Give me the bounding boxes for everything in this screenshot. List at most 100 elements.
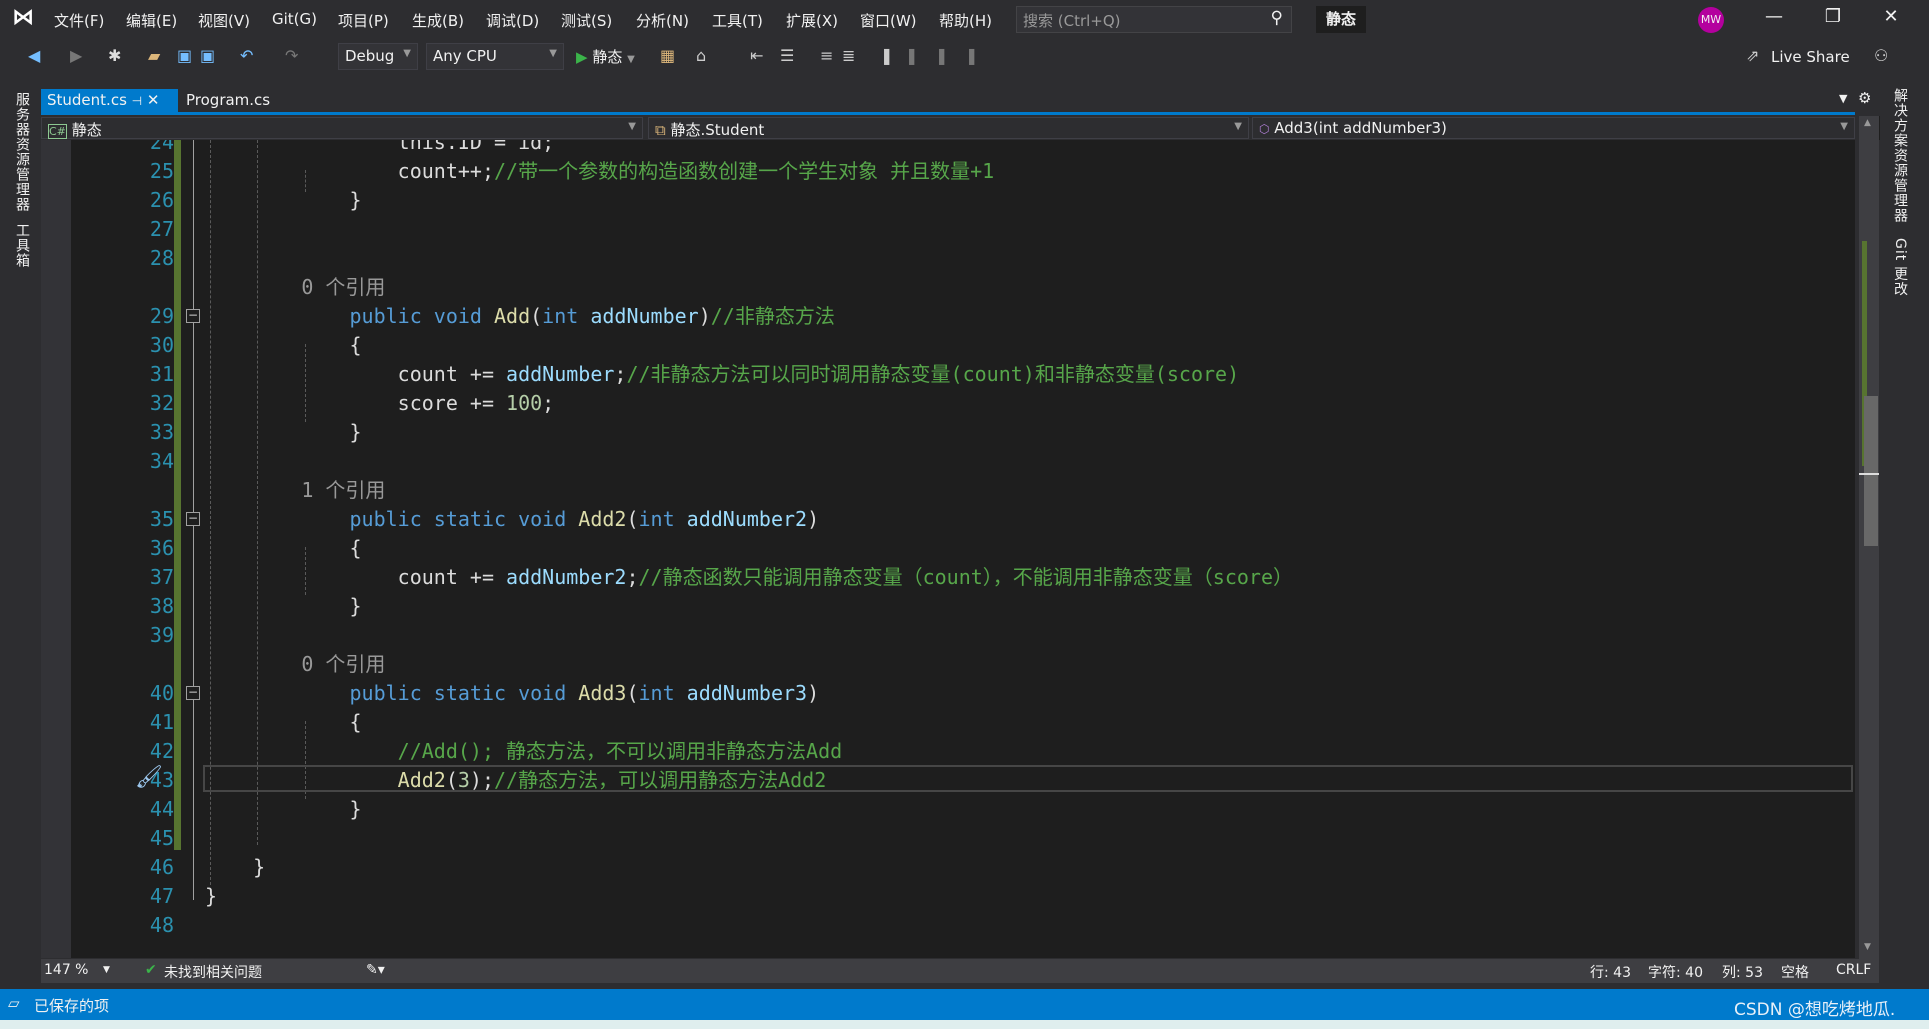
menu-item[interactable]: 扩展(X) — [786, 10, 838, 31]
chevron-down-icon: ▼ — [549, 48, 557, 59]
run-button[interactable]: ▶ 静态 ▼ — [576, 46, 635, 67]
quick-actions-brush-icon[interactable]: 🖌 — [135, 765, 163, 790]
member-dropdown[interactable]: ⬡ Add3(int addNumber3) ▼ — [1252, 117, 1855, 139]
line-number: 44 — [149, 797, 174, 821]
menu-item[interactable]: 生成(B) — [412, 10, 464, 31]
search-icon: ⚲ — [1270, 8, 1283, 28]
code-line: 32 score += 100; — [41, 389, 1855, 418]
git-changes-tab[interactable]: Git 更改 — [1890, 238, 1910, 297]
close-icon[interactable]: ✕ — [147, 91, 160, 109]
pin-icon[interactable]: ⊣ — [132, 94, 142, 108]
reference-count-link[interactable]: 0 个引用 — [205, 273, 385, 302]
class-dropdown[interactable]: ⧉ 静态.Student ▼ — [648, 117, 1249, 139]
tab-list-chevron-icon[interactable]: ▼ — [1839, 92, 1847, 105]
step-icon[interactable]: ⇤ — [750, 46, 763, 65]
open-folder-icon[interactable]: ▰ — [148, 46, 160, 65]
reference-count-link[interactable]: 0 个引用 — [205, 650, 385, 679]
home-icon[interactable]: ⌂ — [696, 46, 706, 65]
new-project-icon[interactable]: ✱ — [108, 46, 121, 65]
next-bookmark-icon[interactable]: ❚ — [935, 46, 948, 65]
issues-status[interactable]: 未找到相关问题 — [164, 962, 262, 982]
search-input[interactable]: 搜索 (Ctrl+Q) ⚲ — [1016, 6, 1292, 33]
tab-program-cs[interactable]: Program.cs — [180, 89, 276, 113]
play-icon: ▶ — [576, 48, 588, 66]
server-explorer-tab[interactable]: 服务器资源管理器 — [12, 92, 32, 212]
line-number: 24 — [149, 140, 174, 154]
whitespace-indicator[interactable]: 空格 — [1781, 962, 1809, 982]
menu-item[interactable]: 项目(P) — [338, 10, 389, 31]
line-number: 46 — [149, 855, 174, 879]
toolbox-tab[interactable]: 工具箱 — [12, 223, 32, 268]
bookmark-icon[interactable]: ❚ — [880, 46, 893, 65]
project-dropdown[interactable]: C# 静态 ▼ — [41, 117, 643, 139]
menu-item[interactable]: 测试(S) — [561, 10, 612, 31]
code-text: public static void Add3(int addNumber3) — [205, 681, 820, 705]
menu-item[interactable]: 文件(F) — [54, 10, 104, 31]
find-in-files-icon[interactable]: ▦ — [660, 46, 675, 65]
minimize-icon[interactable]: — — [1759, 6, 1789, 27]
desktop-strip — [0, 1020, 1929, 1029]
collapse-icon[interactable]: − — [186, 309, 200, 323]
clear-bookmark-icon[interactable]: ❚ — [965, 46, 978, 65]
menu-item[interactable]: Git(G) — [272, 10, 317, 28]
line-number: 47 — [149, 884, 174, 908]
line-number: 32 — [149, 391, 174, 415]
restore-icon[interactable]: ❐ — [1818, 6, 1848, 27]
prev-bookmark-icon[interactable]: ❚ — [905, 46, 918, 65]
code-text: { — [205, 536, 362, 560]
undo-icon[interactable]: ↶ — [240, 46, 253, 65]
code-text: public void Add(int addNumber)//非静态方法 — [205, 304, 835, 328]
caret-marker — [1859, 473, 1879, 475]
live-share-button[interactable]: Live Share — [1771, 48, 1850, 66]
save-icon[interactable]: ▣ — [177, 46, 192, 65]
line-number: 29 — [149, 304, 174, 328]
scroll-thumb[interactable] — [1864, 396, 1878, 546]
save-all-icon[interactable]: ▣ — [200, 46, 215, 65]
comment-icon[interactable]: ≡ — [820, 46, 833, 65]
forward-icon[interactable]: ▶ — [70, 46, 82, 65]
code-editor[interactable]: 24 this.ID = id; 25 count++;//带一个参数的构造函数创… — [41, 140, 1855, 958]
uncomment-icon[interactable]: ≣ — [842, 46, 855, 65]
project-value: 静态 — [71, 121, 102, 139]
code-text: Add2(3);//静态方法，可以调用静态方法Add2 — [205, 768, 827, 792]
code-line: 26 } — [41, 186, 1855, 215]
line-number: 33 — [149, 420, 174, 444]
vertical-scrollbar[interactable]: ▲ ▼ — [1859, 116, 1879, 959]
feedback-icon[interactable]: ⚇ — [1874, 46, 1888, 65]
reference-count-link[interactable]: 1 个引用 — [205, 476, 385, 505]
left-tool-strip: 服务器资源管理器 工具箱 — [0, 88, 40, 988]
config-dropdown[interactable]: Debug ▼ — [338, 43, 418, 70]
collapse-icon[interactable]: − — [186, 686, 200, 700]
menu-item[interactable]: 工具(T) — [712, 10, 763, 31]
code-line: 36 { — [41, 534, 1855, 563]
eol-indicator[interactable]: CRLF — [1836, 962, 1871, 978]
code-text: this.ID = id; — [205, 140, 555, 154]
gear-icon[interactable]: ⚙ — [1858, 89, 1871, 107]
redo-icon[interactable]: ↷ — [285, 46, 298, 65]
zoom-dropdown[interactable]: 147 % — [44, 962, 88, 978]
menu-item[interactable]: 编辑(E) — [126, 10, 177, 31]
code-line: 42 //Add(); 静态方法，不可以调用非静态方法Add — [41, 737, 1855, 766]
line-number: 37 — [149, 565, 174, 589]
avatar[interactable]: MW — [1698, 7, 1724, 33]
brush-icon[interactable]: ✎▾ — [366, 962, 385, 978]
menu-item[interactable]: 分析(N) — [636, 10, 689, 31]
menu-item[interactable]: 帮助(H) — [939, 10, 992, 31]
menu-item[interactable]: 调试(D) — [486, 10, 539, 31]
format-icon[interactable]: ☰ — [780, 46, 794, 65]
line-number: 30 — [149, 333, 174, 357]
menu-item[interactable]: 视图(V) — [198, 10, 250, 31]
menu-item[interactable]: 窗口(W) — [860, 10, 917, 31]
chevron-down-icon[interactable]: ▼ — [103, 965, 110, 975]
collapse-icon[interactable]: − — [186, 512, 200, 526]
tab-student-cs[interactable]: Student.cs ⊣ ✕ — [41, 89, 178, 113]
code-line: 47} — [41, 882, 1855, 911]
config-value: Debug — [345, 47, 395, 65]
solution-explorer-tab[interactable]: 解决方案资源管理器 — [1890, 88, 1910, 223]
scroll-up-icon[interactable]: ▲ — [1864, 118, 1871, 128]
back-icon[interactable]: ◀ — [28, 46, 40, 65]
code-line: 41 { — [41, 708, 1855, 737]
scroll-down-icon[interactable]: ▼ — [1864, 942, 1871, 952]
platform-dropdown[interactable]: Any CPU ▼ — [426, 43, 564, 70]
close-icon[interactable]: ✕ — [1876, 6, 1906, 27]
